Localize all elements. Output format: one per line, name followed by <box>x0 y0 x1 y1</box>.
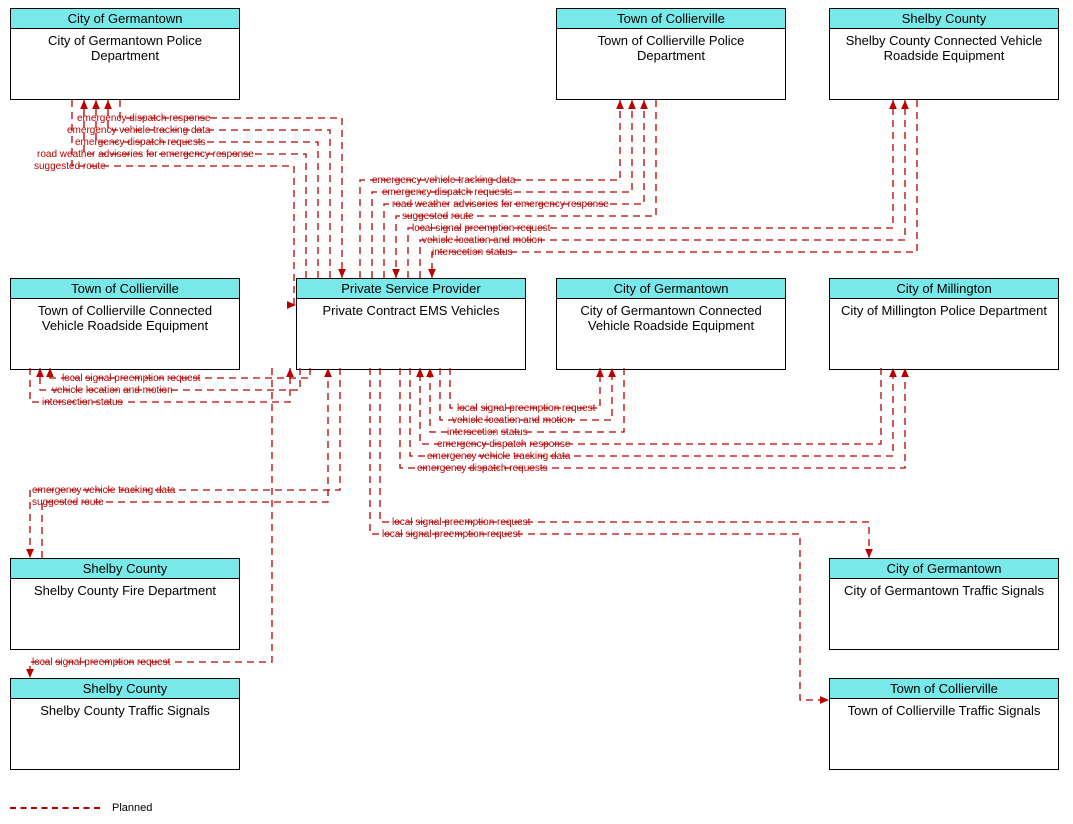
legend: Planned <box>10 802 152 814</box>
flow-label: local signal preemption request <box>390 517 532 529</box>
node-collier-signals[interactable]: Town of Collierville Town of Colliervill… <box>829 678 1059 770</box>
flow-label: vehicle location and motion <box>50 385 175 397</box>
flow-label: suggested route <box>32 161 108 173</box>
node-header: City of Millington <box>830 279 1058 299</box>
node-header: Private Service Provider <box>297 279 525 299</box>
legend-line-planned <box>10 807 100 809</box>
flow-label: local signal preemption request <box>410 223 552 235</box>
flow-label: suggested route <box>30 497 106 509</box>
node-header: Shelby County <box>11 679 239 699</box>
node-private-ems[interactable]: Private Service Provider Private Contrac… <box>296 278 526 370</box>
node-body: Private Contract EMS Vehicles <box>297 299 525 369</box>
flow-label: intersection status <box>445 427 530 439</box>
node-shelby-signals[interactable]: Shelby County Shelby County Traffic Sign… <box>10 678 240 770</box>
flow-label: emergency vehicle tracking data <box>370 175 517 187</box>
node-shelby-cvre[interactable]: Shelby County Shelby County Connected Ve… <box>829 8 1059 100</box>
flow-label: emergency vehicle tracking data <box>30 485 177 497</box>
flow-label: emergency dispatch requests <box>415 463 550 475</box>
node-header: Town of Collierville <box>830 679 1058 699</box>
flow-label: local signal preemption request <box>60 373 202 385</box>
flow-label: local signal preemption request <box>380 529 522 541</box>
node-germantown-police[interactable]: City of Germantown City of Germantown Po… <box>10 8 240 100</box>
flow-label: intersection status <box>430 247 515 259</box>
node-millington-police[interactable]: City of Millington City of Millington Po… <box>829 278 1059 370</box>
node-header: Town of Collierville <box>557 9 785 29</box>
node-body: City of Millington Police Department <box>830 299 1058 369</box>
node-body: Shelby County Connected Vehicle Roadside… <box>830 29 1058 99</box>
node-header: Shelby County <box>11 559 239 579</box>
node-body: City of Germantown Connected Vehicle Roa… <box>557 299 785 369</box>
node-body: Town of Collierville Police Department <box>557 29 785 99</box>
flow-label: suggested route <box>400 211 476 223</box>
flow-label: vehicle location and motion <box>450 415 575 427</box>
node-header: Shelby County <box>830 9 1058 29</box>
node-shelby-fire[interactable]: Shelby County Shelby County Fire Departm… <box>10 558 240 650</box>
flow-label: road weather advisories for emergency re… <box>390 199 611 211</box>
node-germantown-signals[interactable]: City of Germantown City of Germantown Tr… <box>829 558 1059 650</box>
flow-label: emergency vehicle tracking data <box>425 451 572 463</box>
node-germantown-cvre[interactable]: City of Germantown City of Germantown Co… <box>556 278 786 370</box>
node-body: Town of Collierville Connected Vehicle R… <box>11 299 239 369</box>
node-header: City of Germantown <box>557 279 785 299</box>
flow-label: local signal preemption request <box>30 657 172 669</box>
node-body: Shelby County Fire Department <box>11 579 239 649</box>
node-body: City of Germantown Traffic Signals <box>830 579 1058 649</box>
flow-label: emergency dispatch response <box>435 439 572 451</box>
flow-label: local signal preemption request <box>455 403 597 415</box>
node-body: City of Germantown Police Department <box>11 29 239 99</box>
node-collier-cvre[interactable]: Town of Collierville Town of Colliervill… <box>10 278 240 370</box>
node-body: Town of Collierville Traffic Signals <box>830 699 1058 769</box>
node-header: City of Germantown <box>830 559 1058 579</box>
flow-label: road weather advisories for emergency re… <box>35 149 256 161</box>
node-body: Shelby County Traffic Signals <box>11 699 239 769</box>
legend-label: Planned <box>112 802 152 814</box>
node-header: City of Germantown <box>11 9 239 29</box>
node-collierville-police[interactable]: Town of Collierville Town of Colliervill… <box>556 8 786 100</box>
flow-label: intersection status <box>40 397 125 409</box>
node-header: Town of Collierville <box>11 279 239 299</box>
flow-label: vehicle location and motion <box>420 235 545 247</box>
flow-label: emergency vehicle tracking data <box>65 125 212 137</box>
flow-label: emergency dispatch response <box>75 113 212 125</box>
flow-label: emergency dispatch requests <box>380 187 515 199</box>
flow-label: emergency dispatch requests <box>73 137 208 149</box>
